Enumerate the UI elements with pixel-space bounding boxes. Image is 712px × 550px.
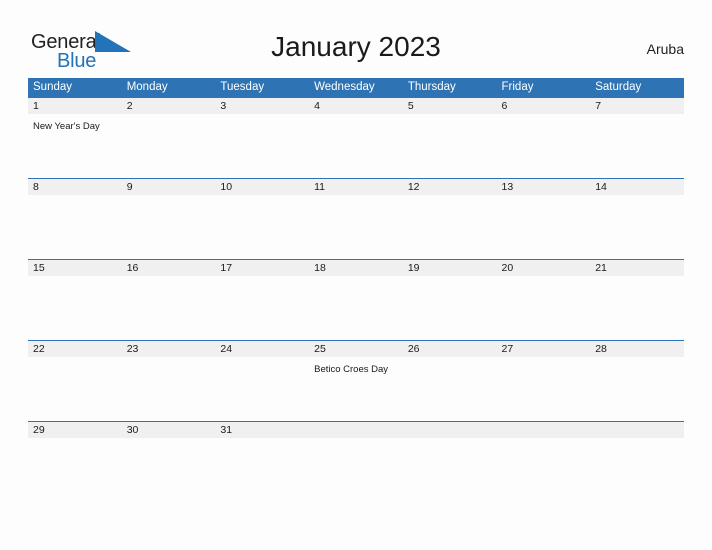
weekday-friday: Friday	[501, 81, 534, 93]
day-cell[interactable]	[497, 357, 591, 420]
day-cell[interactable]	[590, 276, 684, 339]
day-cell[interactable]	[28, 357, 122, 420]
day-cell[interactable]	[28, 276, 122, 339]
day-number[interactable]	[497, 422, 591, 438]
day-cell[interactable]	[309, 276, 403, 339]
day-cell[interactable]: Betico Croes Day	[309, 357, 403, 420]
day-number[interactable]: 18	[309, 260, 403, 276]
day-number[interactable]: 8	[28, 179, 122, 195]
day-number[interactable]	[403, 422, 497, 438]
day-cell[interactable]	[122, 114, 216, 177]
day-cell[interactable]	[403, 438, 497, 501]
day-number[interactable]: 15	[28, 260, 122, 276]
day-number[interactable]: 4	[309, 98, 403, 114]
week-event-band: Betico Croes Day	[28, 357, 684, 420]
week-daynumber-band: 29 30 31	[28, 422, 684, 438]
day-cell[interactable]	[309, 195, 403, 258]
day-number[interactable]: 31	[215, 422, 309, 438]
day-number[interactable]: 24	[215, 341, 309, 357]
week-row: 15 16 17 18 19 20 21	[28, 259, 684, 340]
day-number[interactable]: 13	[497, 179, 591, 195]
day-cell[interactable]	[309, 438, 403, 501]
day-number[interactable]: 12	[403, 179, 497, 195]
week-row: 8 9 10 11 12 13 14	[28, 178, 684, 259]
day-number[interactable]: 19	[403, 260, 497, 276]
day-cell[interactable]	[28, 438, 122, 501]
day-cell[interactable]	[403, 276, 497, 339]
day-number[interactable]: 23	[122, 341, 216, 357]
week-row: 29 30 31	[28, 421, 684, 502]
weekday-tuesday: Tuesday	[220, 81, 265, 93]
week-row: 1 2 3 4 5 6 7 New Year's Day	[28, 97, 684, 178]
day-number[interactable]: 25	[309, 341, 403, 357]
day-number[interactable]: 9	[122, 179, 216, 195]
day-cell[interactable]	[28, 195, 122, 258]
day-cell[interactable]	[590, 195, 684, 258]
page-title: January 2023	[271, 31, 441, 62]
day-number[interactable]: 26	[403, 341, 497, 357]
day-cell[interactable]	[497, 114, 591, 177]
week-daynumber-band: 1 2 3 4 5 6 7	[28, 98, 684, 114]
day-number[interactable]: 14	[590, 179, 684, 195]
day-number[interactable]	[590, 422, 684, 438]
week-daynumber-band: 8 9 10 11 12 13 14	[28, 179, 684, 195]
day-number[interactable]: 17	[215, 260, 309, 276]
day-number[interactable]: 30	[122, 422, 216, 438]
week-event-band	[28, 276, 684, 339]
day-cell[interactable]	[590, 438, 684, 501]
day-cell[interactable]	[215, 438, 309, 501]
event-label: New Year's Day	[33, 121, 100, 132]
calendar-grid: Sunday Monday Tuesday Wednesday Thursday…	[28, 78, 684, 502]
week-row: 22 23 24 25 26 27 28 Betico Croes Day	[28, 340, 684, 421]
day-cell[interactable]	[122, 195, 216, 258]
day-number[interactable]: 10	[215, 179, 309, 195]
day-cell[interactable]	[122, 357, 216, 420]
day-number[interactable]: 20	[497, 260, 591, 276]
day-number[interactable]: 27	[497, 341, 591, 357]
day-cell[interactable]	[122, 438, 216, 501]
day-cell[interactable]	[215, 195, 309, 258]
day-number[interactable]: 2	[122, 98, 216, 114]
weekday-thursday: Thursday	[407, 81, 456, 93]
day-cell[interactable]	[590, 114, 684, 177]
day-number[interactable]: 21	[590, 260, 684, 276]
week-daynumber-band: 22 23 24 25 26 27 28	[28, 341, 684, 357]
day-number[interactable]: 22	[28, 341, 122, 357]
week-event-band	[28, 195, 684, 258]
day-number[interactable]: 5	[403, 98, 497, 114]
week-daynumber-band: 15 16 17 18 19 20 21	[28, 260, 684, 276]
weekday-monday: Monday	[126, 81, 168, 93]
region-label: Aruba	[646, 41, 684, 57]
day-cell[interactable]	[590, 357, 684, 420]
day-number[interactable]: 7	[590, 98, 684, 114]
day-cell[interactable]	[497, 276, 591, 339]
day-number[interactable]: 1	[28, 98, 122, 114]
day-cell[interactable]: New Year's Day	[28, 114, 122, 177]
day-cell[interactable]	[403, 357, 497, 420]
day-cell[interactable]	[215, 114, 309, 177]
day-number[interactable]: 11	[309, 179, 403, 195]
day-number[interactable]: 28	[590, 341, 684, 357]
week-event-band	[28, 438, 684, 501]
day-number[interactable]: 16	[122, 260, 216, 276]
day-cell[interactable]	[122, 276, 216, 339]
day-cell[interactable]	[215, 357, 309, 420]
day-cell[interactable]	[497, 438, 591, 501]
weekday-sunday: Sunday	[33, 81, 73, 93]
day-cell[interactable]	[215, 276, 309, 339]
weekday-header-row: Sunday Monday Tuesday Wednesday Thursday…	[28, 78, 684, 97]
day-number[interactable]: 3	[215, 98, 309, 114]
day-cell[interactable]	[309, 114, 403, 177]
event-label: Betico Croes Day	[314, 364, 389, 375]
day-number[interactable]: 29	[28, 422, 122, 438]
day-number[interactable]	[309, 422, 403, 438]
day-cell[interactable]	[403, 114, 497, 177]
day-cell[interactable]	[497, 195, 591, 258]
week-event-band: New Year's Day	[28, 114, 684, 177]
day-number[interactable]: 6	[497, 98, 591, 114]
weekday-saturday: Saturday	[595, 81, 642, 93]
page-header: General Blue January 2023 Aruba	[0, 0, 712, 78]
weekday-wednesday: Wednesday	[314, 81, 375, 93]
day-cell[interactable]	[403, 195, 497, 258]
